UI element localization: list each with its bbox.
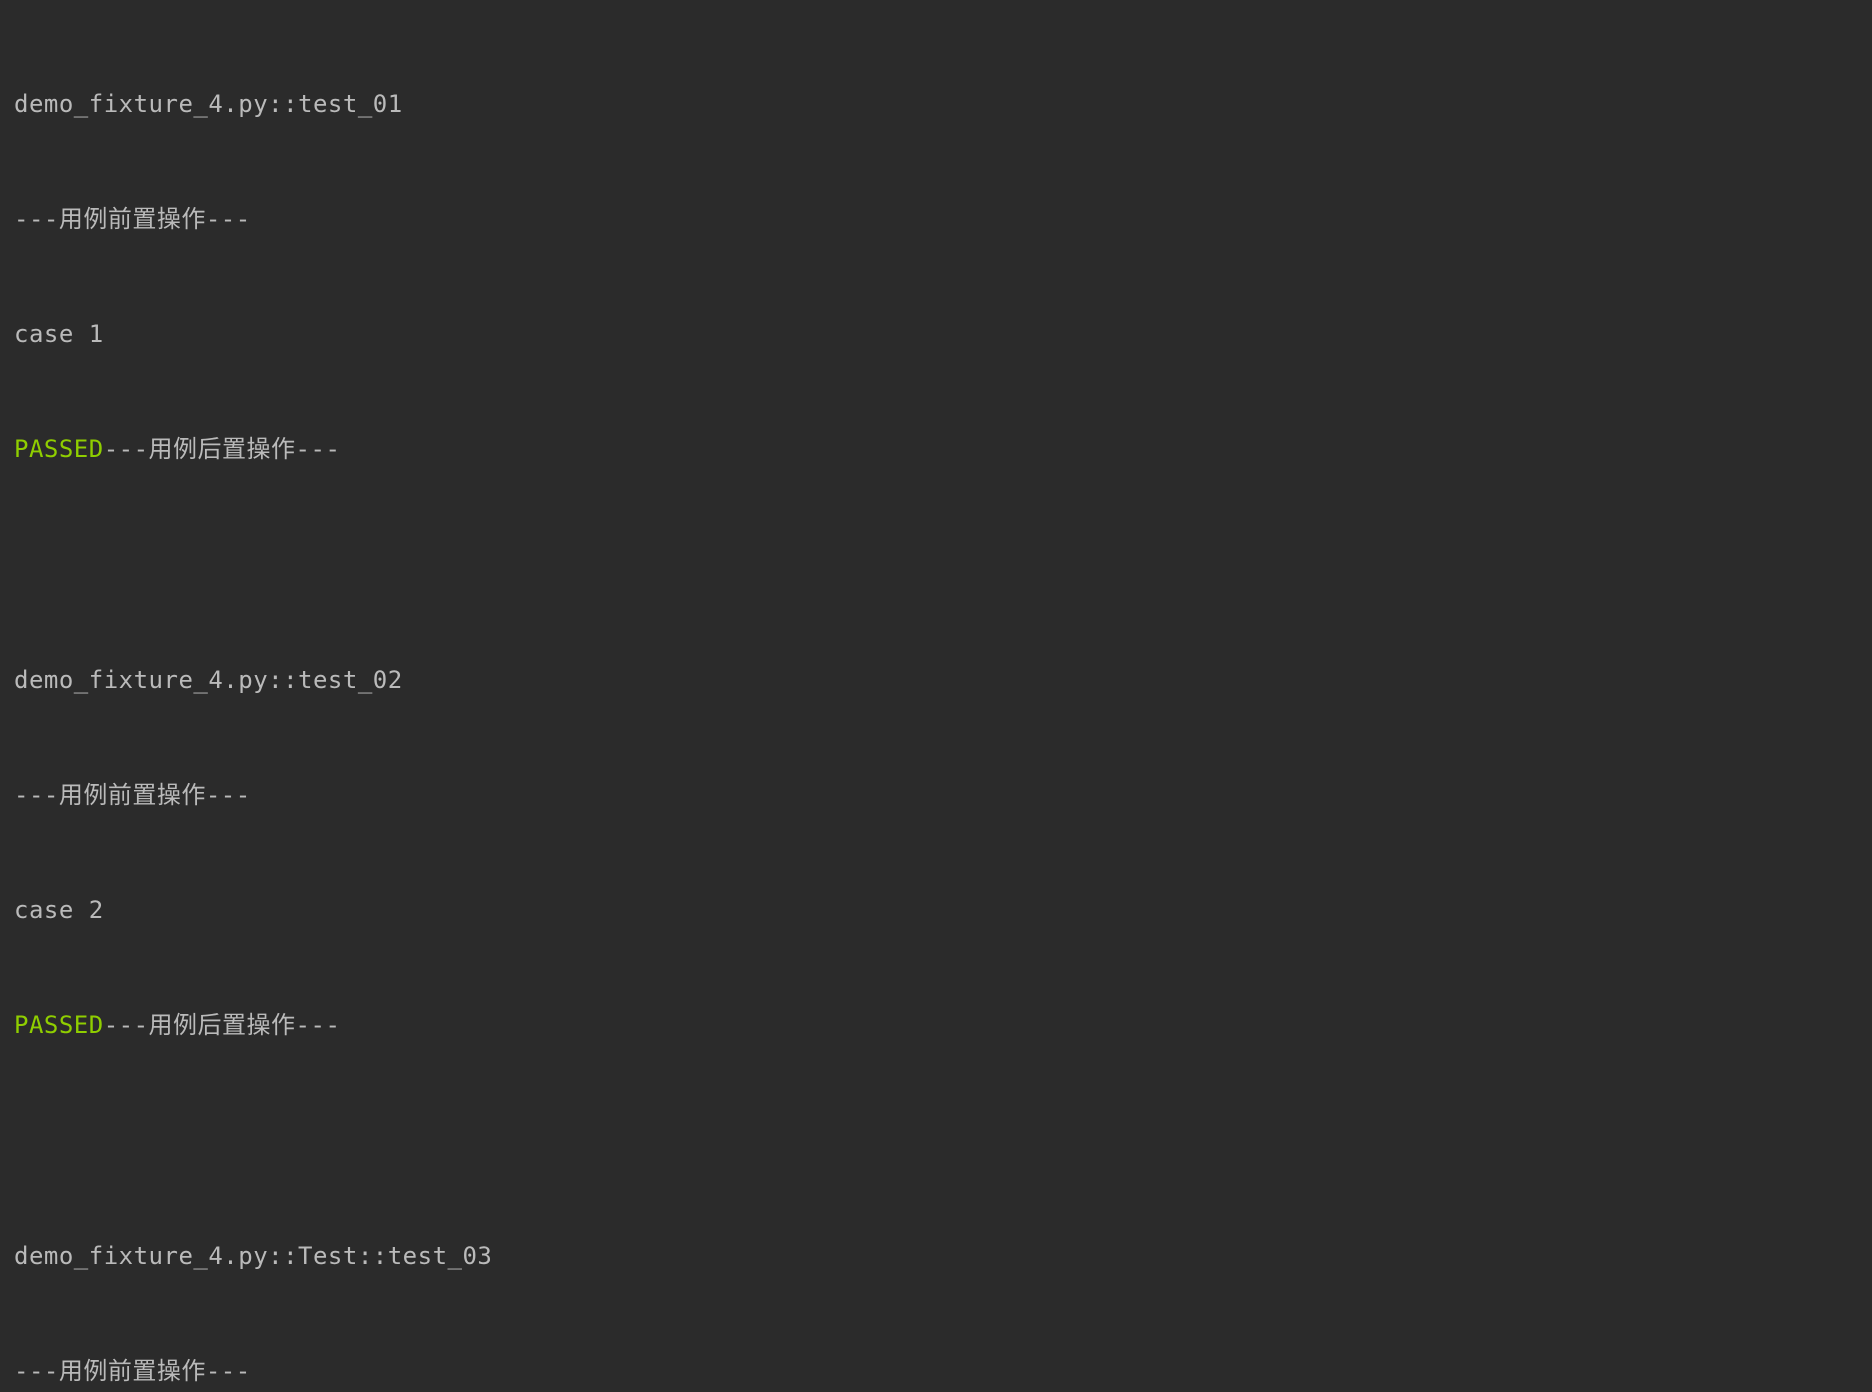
status-passed: PASSED — [14, 1011, 104, 1039]
result-line: PASSED---用例后置操作--- — [14, 1006, 1858, 1044]
body-line: case 2 — [14, 891, 1858, 929]
blank-line — [14, 545, 1858, 583]
setup-line: ---用例前置操作--- — [14, 776, 1858, 814]
terminal-output: demo_fixture_4.py::test_01 ---用例前置操作--- … — [14, 8, 1858, 1392]
setup-line: ---用例前置操作--- — [14, 200, 1858, 238]
setup-line: ---用例前置操作--- — [14, 1352, 1858, 1390]
body-line: case 1 — [14, 315, 1858, 353]
test-id-line: demo_fixture_4.py::Test::test_03 — [14, 1237, 1858, 1275]
test-id-line: demo_fixture_4.py::test_01 — [14, 85, 1858, 123]
teardown-text: ---用例后置操作--- — [104, 435, 341, 463]
result-line: PASSED---用例后置操作--- — [14, 430, 1858, 468]
test-id-line: demo_fixture_4.py::test_02 — [14, 661, 1858, 699]
blank-line — [14, 1121, 1858, 1159]
teardown-text: ---用例后置操作--- — [104, 1011, 341, 1039]
status-passed: PASSED — [14, 435, 104, 463]
